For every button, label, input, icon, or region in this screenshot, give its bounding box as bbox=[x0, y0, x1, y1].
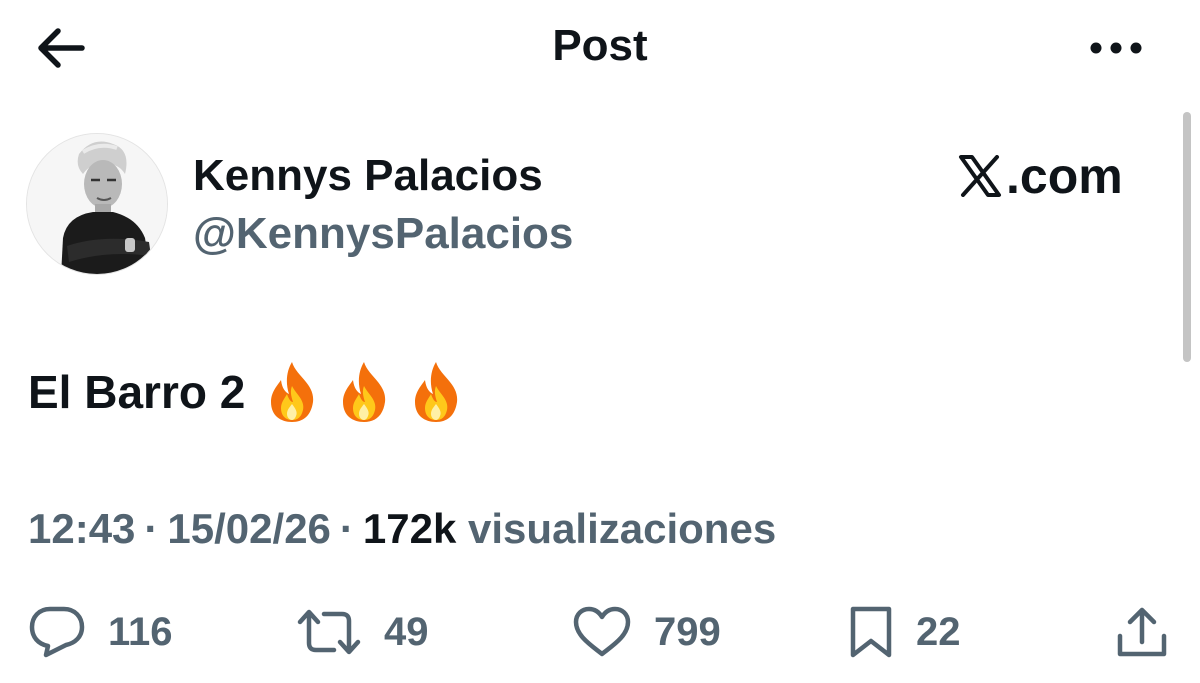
more-options-button[interactable] bbox=[1086, 28, 1146, 68]
share-button[interactable] bbox=[1114, 600, 1170, 664]
fire-emoji bbox=[343, 362, 386, 422]
like-count: 799 bbox=[654, 610, 721, 654]
fire-emoji bbox=[415, 362, 458, 422]
bookmark-count: 22 bbox=[916, 610, 961, 654]
scrollbar[interactable] bbox=[1183, 112, 1191, 362]
post-date: 15/02/26 bbox=[167, 505, 331, 552]
repost-icon bbox=[297, 609, 361, 655]
profile-photo bbox=[27, 134, 167, 274]
watermark: .com bbox=[958, 150, 1123, 202]
x-logo-icon bbox=[959, 155, 1001, 197]
watermark-text: .com bbox=[1006, 148, 1123, 204]
top-bar: Post bbox=[0, 0, 1200, 95]
views-count[interactable]: 172k bbox=[363, 505, 456, 552]
post-text: El Barro 2 bbox=[28, 360, 481, 424]
reply-icon bbox=[29, 606, 85, 658]
reply-button[interactable]: 116 bbox=[28, 600, 173, 664]
separator-dot: · bbox=[144, 505, 159, 552]
author-name[interactable]: Kennys Palacios bbox=[193, 150, 543, 202]
avatar[interactable] bbox=[26, 133, 168, 275]
page-title: Post bbox=[552, 21, 648, 70]
bookmark-button[interactable]: 22 bbox=[848, 600, 961, 664]
separator-dot: · bbox=[339, 505, 354, 552]
repost-button[interactable]: 49 bbox=[296, 600, 429, 664]
post-metadata: 12:43 · 15/02/26 · 172k visualizaciones bbox=[28, 503, 776, 555]
post-body: El Barro 2 bbox=[28, 366, 246, 418]
author-handle[interactable]: @KennysPalacios bbox=[193, 208, 573, 260]
ellipsis-icon bbox=[1090, 42, 1142, 54]
like-button[interactable]: 799 bbox=[572, 600, 721, 664]
fire-emoji bbox=[271, 362, 314, 422]
repost-count: 49 bbox=[384, 610, 429, 654]
reply-count: 116 bbox=[108, 610, 173, 654]
action-bar: 116 49 799 22 bbox=[0, 600, 1200, 664]
bookmark-icon bbox=[850, 606, 892, 658]
share-icon bbox=[1117, 607, 1167, 657]
post-time: 12:43 bbox=[28, 505, 136, 552]
views-label[interactable]: visualizaciones bbox=[468, 505, 776, 552]
heart-icon bbox=[573, 606, 631, 657]
